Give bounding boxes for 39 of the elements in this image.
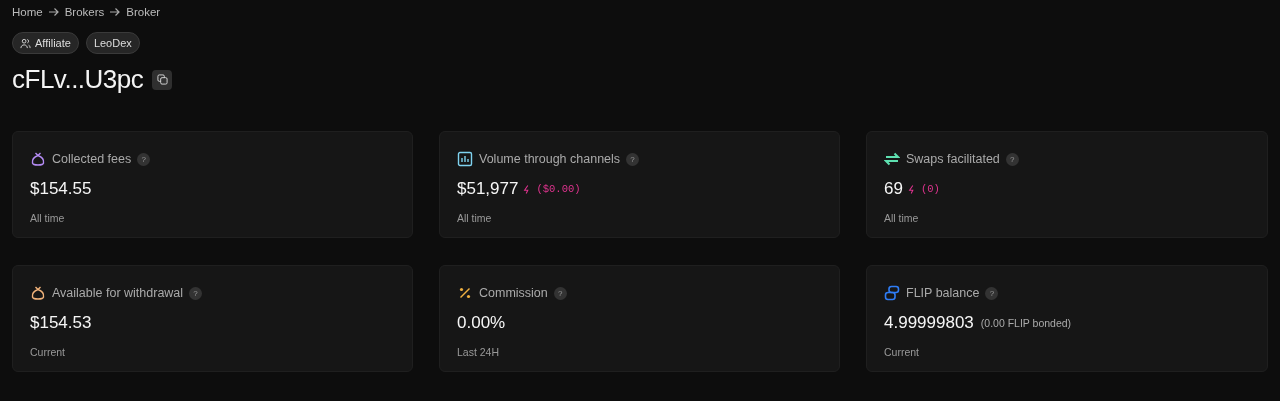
stat-caption: All time	[457, 212, 493, 224]
help-icon[interactable]: ?	[1005, 152, 1019, 166]
boost-value: ($0.00)	[536, 183, 581, 195]
stat-label: Collected fees	[52, 152, 132, 166]
lightning-icon	[907, 183, 916, 195]
stat-caption: All time	[30, 212, 66, 224]
tag-label: Affiliate	[35, 37, 71, 49]
stat-label: Volume through channels	[479, 152, 621, 166]
stat-caption: All time	[884, 212, 920, 224]
stat-value: 0.00%	[457, 313, 506, 333]
stat-caption: Current	[30, 346, 66, 358]
boost-value: (0)	[920, 183, 940, 195]
help-icon[interactable]: ?	[137, 152, 151, 166]
users-icon	[20, 37, 31, 49]
arrow-icon	[47, 7, 60, 17]
stat-label: Swaps facilitated	[906, 152, 1000, 166]
stat-label: Commission	[479, 286, 548, 300]
stat-value: 4.99999803	[884, 313, 974, 333]
stat-note: (0.00 FLIP bonded)	[980, 317, 1072, 329]
stat-value: $154.55	[30, 179, 92, 199]
help-icon[interactable]: ?	[189, 286, 203, 300]
help-icon[interactable]: ?	[626, 152, 640, 166]
breadcrumb-link[interactable]: Home	[12, 6, 43, 18]
stat-label: Available for withdrawal	[52, 286, 184, 300]
breadcrumb-link[interactable]: Brokers	[64, 6, 105, 18]
tag-label: LeoDex	[93, 37, 132, 49]
stat-value: $51,977	[457, 179, 519, 199]
arrow-icon	[109, 7, 122, 17]
copy-button[interactable]	[152, 69, 173, 90]
stat-value: $154.53	[30, 313, 92, 333]
stat-value: 69	[884, 179, 903, 199]
stat-label: FLIP balance	[906, 286, 980, 300]
help-icon[interactable]: ?	[985, 286, 999, 300]
broker-address: cFLv...U3pc	[12, 64, 144, 95]
breadcrumb-link[interactable]: Broker	[126, 6, 161, 18]
stat-caption: Last 24H	[457, 346, 501, 358]
stat-caption: Current	[884, 346, 920, 358]
copy-icon	[156, 74, 168, 85]
help-icon[interactable]: ?	[553, 286, 567, 300]
